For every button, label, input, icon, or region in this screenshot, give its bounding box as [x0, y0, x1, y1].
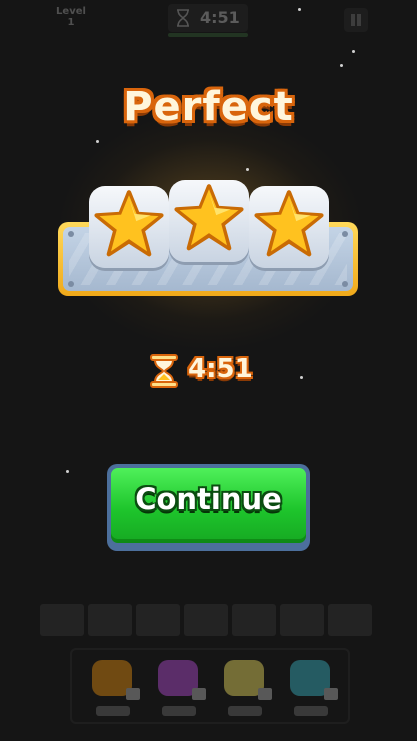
board-cell — [280, 604, 324, 636]
tool-tag — [228, 706, 262, 716]
star-slot-3 — [249, 186, 329, 268]
plate-bolt — [342, 231, 348, 237]
board-cell — [136, 604, 180, 636]
board-cell — [328, 604, 372, 636]
sparkle — [352, 50, 355, 53]
star-icon — [254, 190, 324, 257]
level-number: 1 — [67, 17, 75, 28]
star-slot-2 — [169, 180, 249, 262]
books-icon[interactable] — [150, 656, 208, 718]
sparkle — [246, 168, 249, 171]
lock-icon — [324, 688, 338, 700]
lock-icon — [192, 688, 206, 700]
continue-button[interactable]: Continue — [107, 464, 310, 551]
tool-tag — [96, 706, 130, 716]
tool-tag — [294, 706, 328, 716]
result-title: Perfect — [123, 84, 294, 130]
lock-icon — [126, 688, 140, 700]
level-label: Level — [56, 6, 86, 17]
board-cell — [232, 604, 276, 636]
hud-timer-value: 4:51 — [200, 8, 240, 27]
board-cell — [88, 604, 132, 636]
board-row — [40, 604, 378, 638]
sparkle — [340, 64, 343, 67]
hammer-icon[interactable] — [282, 656, 340, 718]
continue-button-label: Continue — [135, 482, 282, 516]
hud-timer-bar — [168, 33, 248, 37]
sparkle — [300, 376, 303, 379]
hud-timer: 4:51 — [168, 4, 248, 32]
lock-icon — [258, 688, 272, 700]
star-icon — [174, 184, 244, 251]
result-time-value: 4:51 — [188, 354, 253, 384]
plate-bolt — [68, 231, 74, 237]
plate-bolt — [342, 281, 348, 287]
brush-icon[interactable] — [84, 656, 142, 718]
level-indicator: Level 1 — [46, 6, 96, 28]
pause-button[interactable] — [344, 8, 368, 32]
star-icon — [94, 190, 164, 257]
board-cell — [40, 604, 84, 636]
tool-tray — [70, 648, 350, 724]
sparkle — [96, 140, 99, 143]
star-slot-1 — [89, 186, 169, 268]
game-hud: Level 1 4:51 — [0, 0, 417, 44]
magnet-icon[interactable] — [216, 656, 274, 718]
hourglass-icon — [177, 9, 189, 27]
tool-tag — [162, 706, 196, 716]
plate-bolt — [68, 281, 74, 287]
result-time: 4:51 — [148, 352, 278, 388]
board-cell — [184, 604, 228, 636]
sparkle — [66, 470, 69, 473]
hourglass-icon — [150, 354, 178, 388]
